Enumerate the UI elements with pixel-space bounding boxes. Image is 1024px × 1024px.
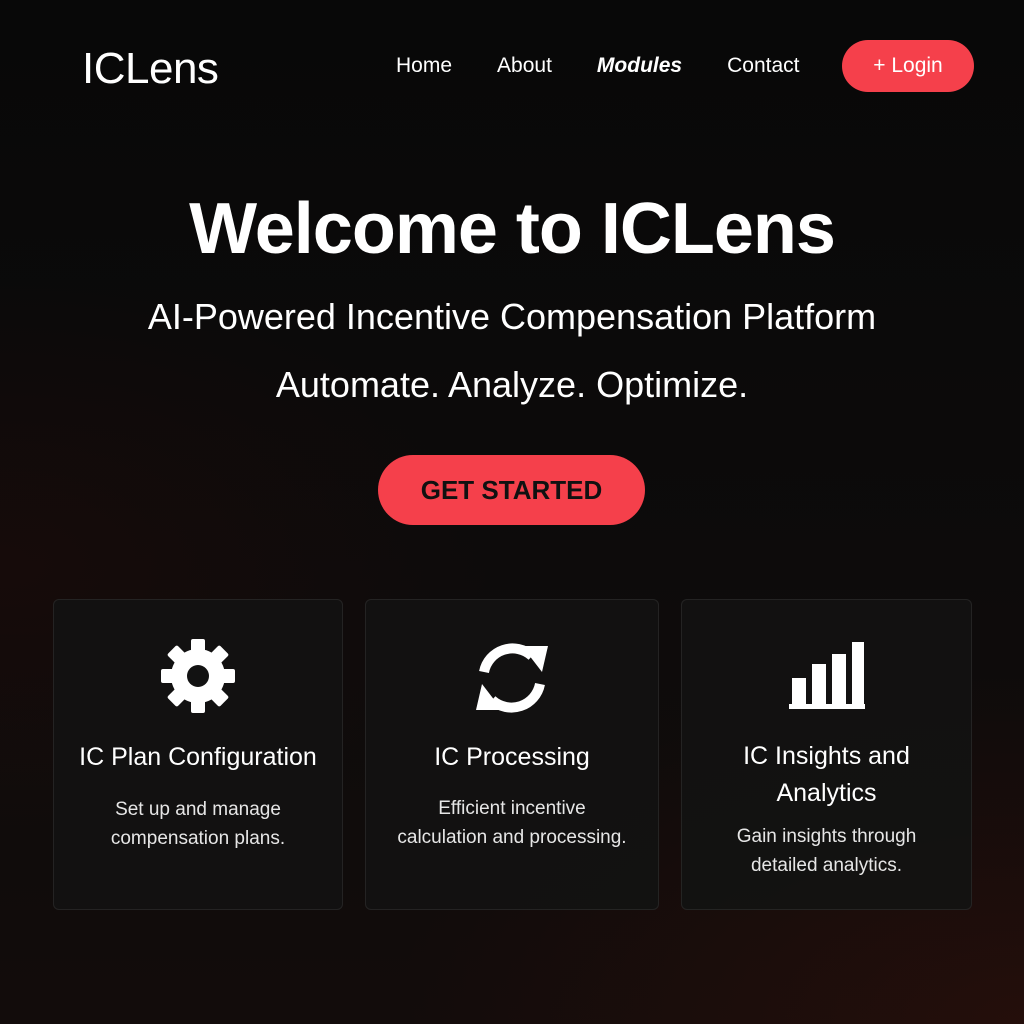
- main-nav: Home About Modules Contact: [396, 54, 844, 78]
- refresh-icon: [366, 638, 658, 718]
- gear-icon: [54, 638, 342, 714]
- card-description: Gain insights through detailed analytics…: [736, 826, 917, 876]
- landing-page: ICLens Home About Modules Contact + Logi…: [0, 0, 1024, 1024]
- nav-contact-link[interactable]: Contact: [727, 54, 799, 78]
- login-button[interactable]: + Login: [842, 40, 974, 92]
- logo[interactable]: ICLens: [82, 44, 219, 94]
- card-plan-configuration[interactable]: IC Plan Configuration Set up and manage …: [53, 599, 343, 910]
- nav-modules-link[interactable]: Modules: [597, 54, 682, 78]
- card-title: IC Processing: [434, 743, 590, 771]
- card-title: IC Plan Configuration: [79, 743, 317, 771]
- bar-chart-icon: [682, 640, 971, 712]
- nav-home-link[interactable]: Home: [396, 54, 452, 78]
- card-description: Efficient incentive calculation and proc…: [397, 798, 627, 848]
- hero-tagline: Automate. Analyze. Optimize.: [275, 364, 749, 405]
- card-insights-analytics[interactable]: IC Insights and Analytics Gain insights …: [681, 599, 972, 910]
- hero-title: Welcome to ICLens: [189, 189, 836, 269]
- nav-about-link[interactable]: About: [497, 54, 552, 78]
- hero-subtitle: AI-Powered Incentive Compensation Platfo…: [147, 296, 877, 337]
- card-title: IC Insights and Analytics: [743, 742, 910, 807]
- card-description: Set up and manage compensation plans.: [110, 799, 286, 849]
- get-started-button[interactable]: GET STARTED: [378, 455, 645, 525]
- card-processing[interactable]: IC Processing Efficient incentive calcul…: [365, 599, 659, 910]
